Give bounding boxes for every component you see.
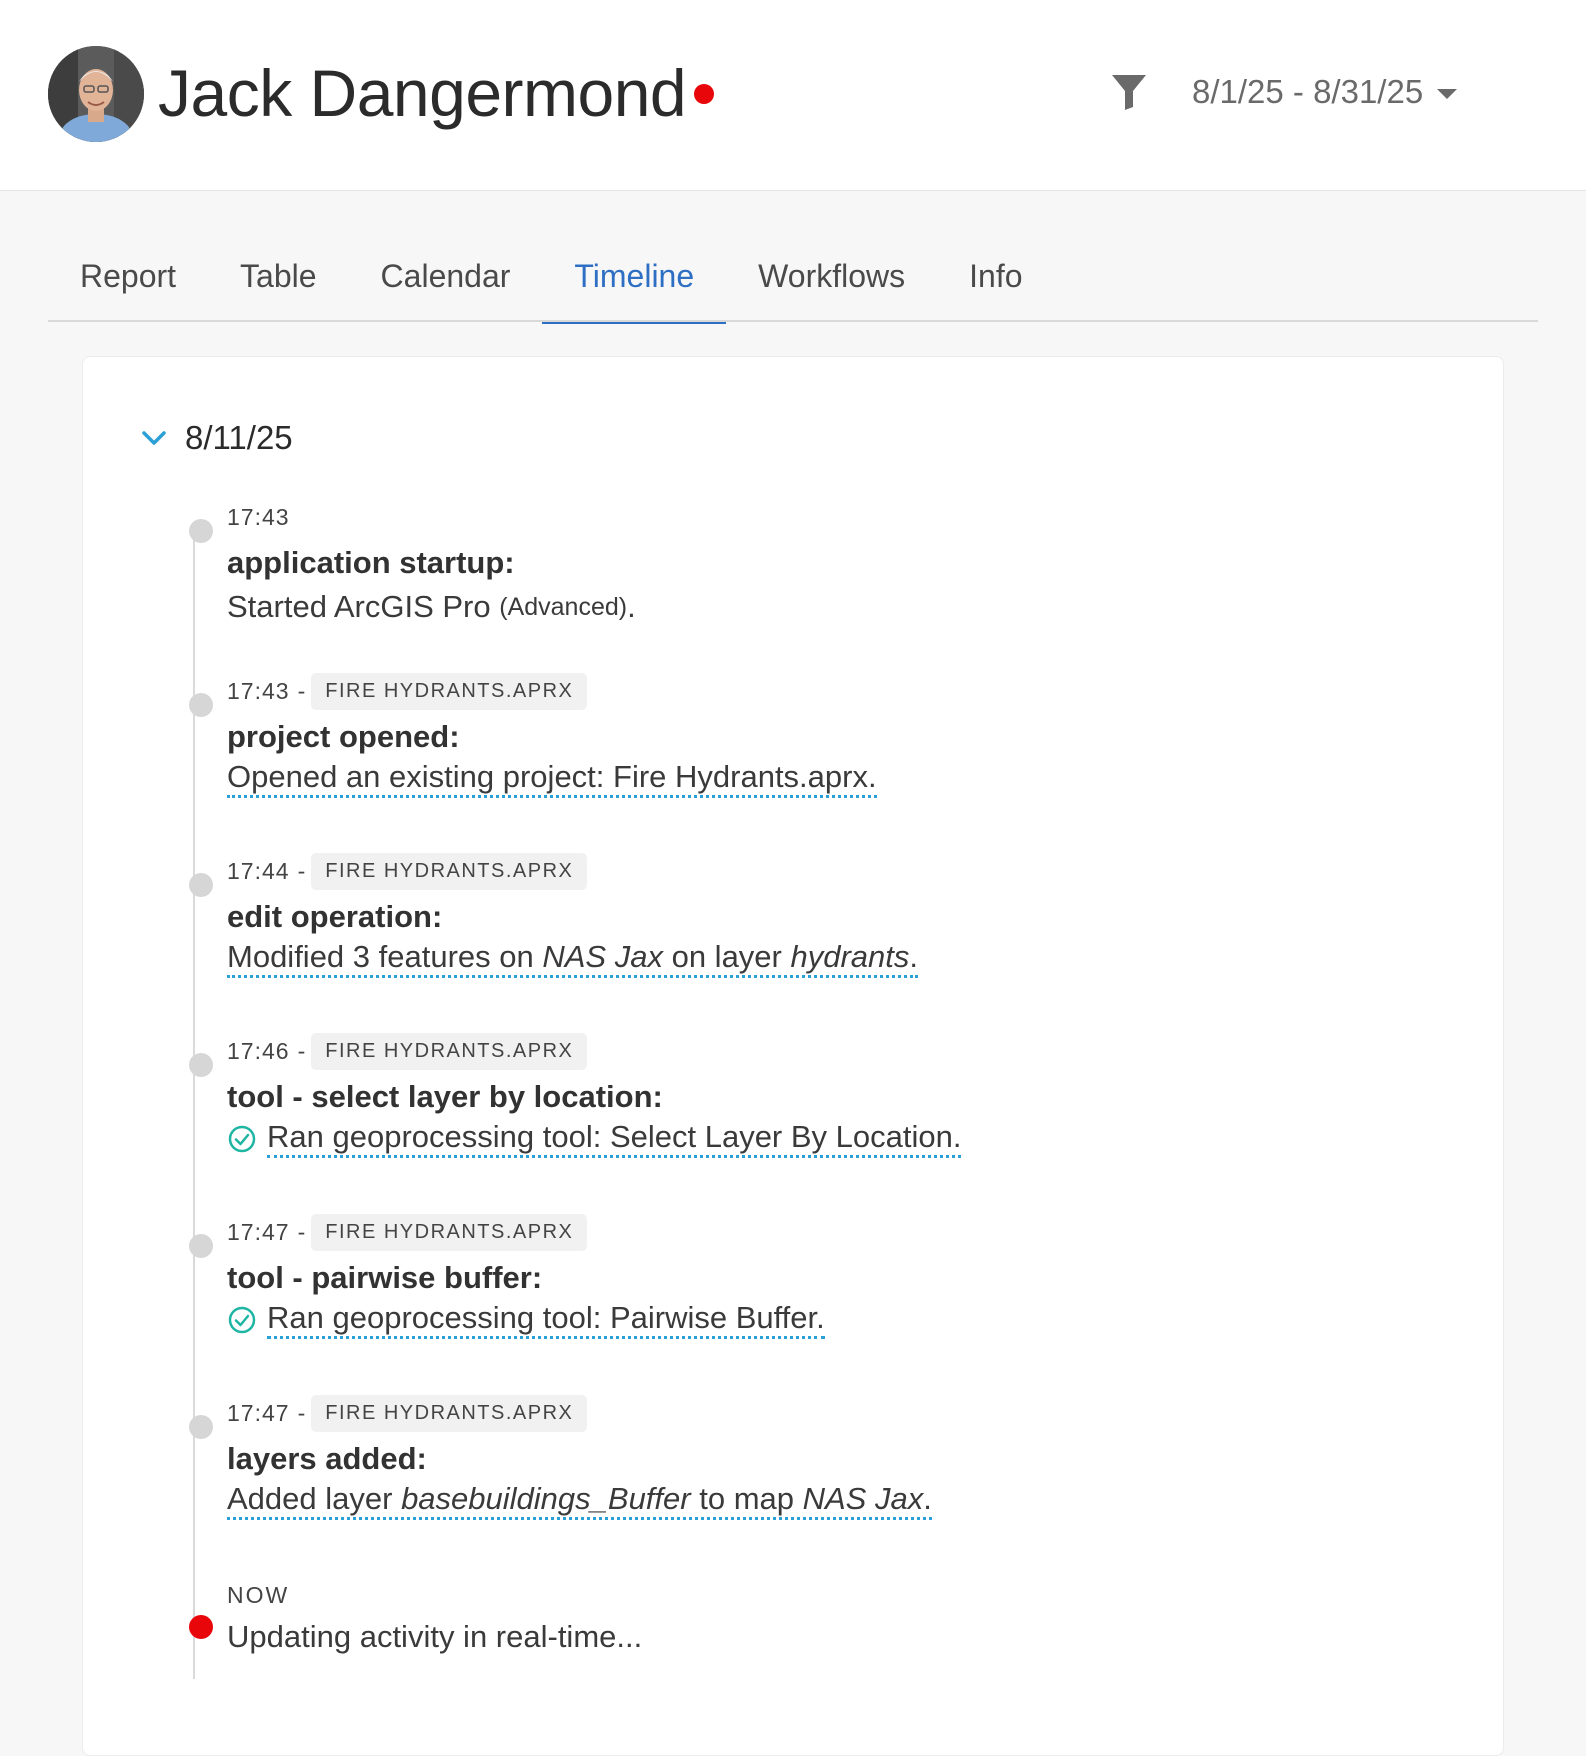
tab-report[interactable]: Report [48, 244, 208, 322]
event-description: Ran geoprocessing tool: Select Layer By … [227, 1119, 962, 1158]
timeline-node [189, 1053, 213, 1077]
timeline-node [189, 693, 213, 717]
timeline-card: 8/11/25 17:43 application startup: Start… [82, 356, 1504, 1756]
event-desc-text: Started ArcGIS Pro [227, 589, 491, 624]
event-description: Added layer basebuildings_Buffer to map … [227, 1481, 932, 1520]
user-name: Jack Dangermond [158, 56, 687, 130]
event-separator: - [297, 677, 306, 704]
avatar[interactable] [48, 46, 144, 142]
timeline-event: 17:44 - FIRE HYDRANTS.APRX edit operatio… [189, 851, 919, 978]
live-status-text: Updating activity in real-time... [227, 1619, 643, 1654]
timeline-event: 17:46 - FIRE HYDRANTS.APRX tool - select… [189, 1031, 962, 1158]
timeline-node [189, 873, 213, 897]
project-badge[interactable]: FIRE HYDRANTS.APRX [311, 1213, 588, 1251]
page-header: Jack Dangermond 8/1/25 - 8/31/25 [0, 0, 1586, 191]
tab-workflows[interactable]: Workflows [726, 244, 937, 322]
event-title: tool - pairwise buffer: [227, 1260, 543, 1295]
event-title: tool - select layer by location: [227, 1079, 663, 1114]
live-timeline-node [189, 1615, 213, 1639]
event-title: project opened: [227, 719, 460, 754]
event-separator: - [297, 1218, 306, 1245]
timeline-event: 17:43 - FIRE HYDRANTS.APRX project opene… [189, 671, 877, 798]
tab-calendar[interactable]: Calendar [349, 244, 543, 322]
event-time: 17:44 [227, 857, 290, 884]
event-title: layers added: [227, 1441, 427, 1476]
success-check-icon [228, 1306, 256, 1333]
project-badge[interactable]: FIRE HYDRANTS.APRX [311, 1394, 588, 1432]
timeline-event: 17:47 - FIRE HYDRANTS.APRX tool - pairwi… [189, 1212, 825, 1339]
event-detail-link[interactable]: Added layer basebuildings_Buffer to map … [227, 1481, 932, 1520]
live-status-indicator [694, 84, 714, 104]
filter-icon[interactable] [1110, 72, 1148, 112]
project-badge[interactable]: FIRE HYDRANTS.APRX [311, 852, 588, 890]
event-detail-link[interactable]: Modified 3 features on NAS Jax on layer … [227, 939, 919, 978]
event-description: Modified 3 features on NAS Jax on layer … [227, 939, 919, 978]
chevron-down-icon [142, 431, 166, 445]
timeline-event-now: NOW Updating activity in real-time... [189, 1575, 643, 1659]
event-title: application startup: [227, 545, 515, 580]
timeline-node [189, 1415, 213, 1439]
license-level: (Advanced) [499, 593, 628, 621]
event-time: 17:43 [227, 503, 290, 530]
day-group-toggle[interactable]: 8/11/25 [141, 419, 293, 457]
event-time: 17:47 [227, 1218, 290, 1245]
event-description: Started ArcGIS Pro (Advanced). [227, 585, 636, 629]
event-detail-link[interactable]: Ran geoprocessing tool: Pairwise Buffer. [267, 1300, 825, 1339]
event-separator: - [297, 1399, 306, 1426]
timeline-event: 17:47 - FIRE HYDRANTS.APRX layers added:… [189, 1393, 932, 1520]
event-time: 17:46 [227, 1037, 290, 1064]
tab-info[interactable]: Info [937, 244, 1054, 322]
caret-down-icon [1437, 89, 1458, 99]
event-separator: - [297, 1037, 306, 1064]
event-detail-link[interactable]: Ran geoprocessing tool: Select Layer By … [267, 1119, 962, 1158]
event-description: Ran geoprocessing tool: Pairwise Buffer. [227, 1300, 825, 1339]
tab-timeline[interactable]: Timeline [542, 244, 726, 324]
timeline-node [189, 1234, 213, 1258]
event-separator: - [297, 857, 306, 884]
view-tabs: Report Table Calendar Timeline Workflows… [48, 244, 1538, 324]
event-title: edit operation: [227, 899, 443, 934]
project-badge[interactable]: FIRE HYDRANTS.APRX [311, 1032, 588, 1070]
now-label: NOW [227, 1581, 290, 1608]
date-range-label: 8/1/25 - 8/31/25 [1192, 73, 1424, 110]
success-check-icon [228, 1125, 256, 1152]
tab-table[interactable]: Table [208, 244, 349, 322]
day-label: 8/11/25 [185, 419, 293, 456]
event-detail-link[interactable]: Opened an existing project: Fire Hydrant… [227, 759, 877, 798]
event-time: 17:47 [227, 1399, 290, 1426]
project-badge[interactable]: FIRE HYDRANTS.APRX [311, 672, 588, 710]
timeline-event: 17:43 application startup: Started ArcGI… [189, 497, 636, 629]
event-desc-end: . [627, 589, 636, 624]
event-description: Opened an existing project: Fire Hydrant… [227, 759, 877, 798]
event-time: 17:43 [227, 677, 290, 704]
timeline-node [189, 519, 213, 543]
date-range-dropdown[interactable]: 8/1/25 - 8/31/25 [1192, 70, 1458, 114]
